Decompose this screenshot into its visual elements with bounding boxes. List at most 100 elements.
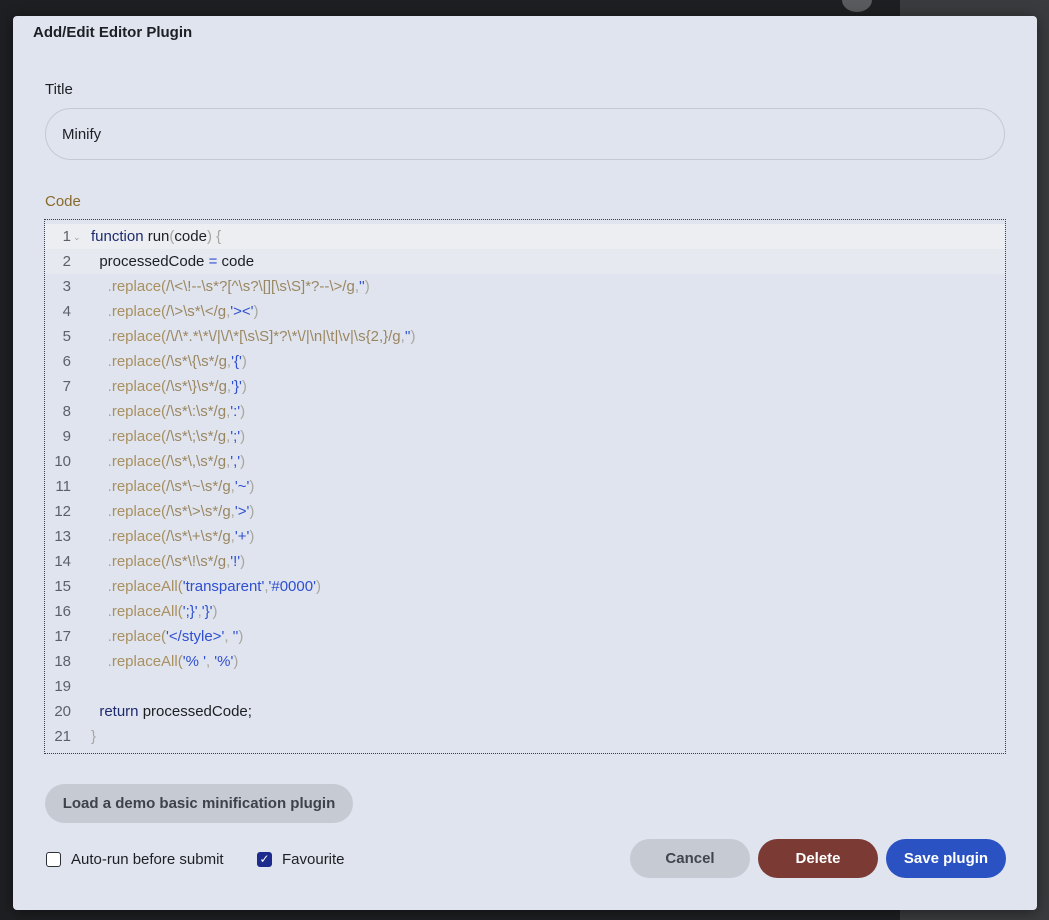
code-token: replace( — [111, 378, 167, 395]
code-line: 16 .replaceAll(';}','}') — [45, 599, 1005, 624]
code-line: 6 .replace(/\s*\{\s*/g,'{') — [45, 349, 1005, 374]
line-number: 8 — [62, 403, 71, 420]
code-token: processedCode — [91, 253, 209, 270]
code-token: , — [224, 628, 233, 645]
cancel-button[interactable]: Cancel — [630, 839, 750, 878]
line-number: 20 — [54, 703, 71, 720]
code-token: replace( — [111, 303, 167, 320]
code-token: ',' — [230, 453, 241, 470]
code-text: processedCode = code — [91, 249, 254, 274]
code-token: processedCode; — [142, 703, 252, 720]
code-token: '}' — [201, 603, 213, 620]
line-number: 13 — [54, 528, 71, 545]
code-text: .replace(/\>\s*\</g,'><') — [91, 299, 259, 324]
code-line: 14 .replace(/\s*\!\s*/g,'!') — [45, 549, 1005, 574]
code-token: ) — [249, 478, 255, 495]
code-line: 18 .replaceAll('% ', '%') — [45, 649, 1005, 674]
auto-run-option[interactable]: Auto-run before submit — [46, 849, 224, 869]
line-number: 9 — [62, 428, 71, 445]
code-token: run — [147, 228, 170, 245]
code-token: 'transparent' — [182, 578, 265, 595]
title-label: Title — [45, 81, 73, 98]
code-token: replace( — [111, 353, 167, 370]
code-line: 2 processedCode = code — [45, 249, 1005, 274]
line-number: 12 — [54, 503, 71, 520]
code-line: 3 .replace(/\<\!--\s*?[^\s?\[][\s\S]*?--… — [45, 274, 1005, 299]
code-token: '#0000' — [268, 578, 316, 595]
code-text: .replace(/\s*\,\s*/g,',') — [91, 449, 245, 474]
code-token: replace( — [111, 478, 167, 495]
code-token: /\s*\{\s*/g — [166, 353, 227, 370]
code-line: 4 .replace(/\>\s*\</g,'><') — [45, 299, 1005, 324]
favourite-checkbox[interactable]: ✓ — [257, 851, 272, 867]
code-token: replace( — [111, 428, 167, 445]
code-token: '%' — [214, 653, 234, 670]
line-number: 19 — [54, 678, 71, 695]
code-text: return processedCode; — [91, 699, 252, 724]
dialog-title: Add/Edit Editor Plugin — [33, 24, 193, 41]
code-text: } — [91, 724, 96, 749]
code-line: 9 .replace(/\s*\;\s*/g,';') — [45, 424, 1005, 449]
code-token: code — [174, 228, 207, 245]
code-token: ) — [249, 503, 255, 520]
code-token: '>' — [234, 503, 250, 520]
code-token: ';}' — [182, 603, 198, 620]
code-editor[interactable]: 1 ⌄ function run(code) {2 processedCode = … — [44, 219, 1006, 754]
delete-button[interactable]: Delete — [758, 839, 878, 878]
line-number: 3 — [62, 278, 71, 295]
code-token: ) — [241, 353, 247, 370]
code-text: .replace('</style>', '') — [91, 624, 244, 649]
code-token: replaceAll( — [111, 653, 183, 670]
code-text: .replace(/\s*\!\s*/g,'!') — [91, 549, 245, 574]
code-token: /\s*\!\s*/g — [166, 553, 227, 570]
code-token: '+' — [234, 528, 250, 545]
code-token: ) — [240, 453, 246, 470]
code-text: .replace(/\s*\}\s*/g,'}') — [91, 374, 247, 399]
code-token: replace( — [111, 403, 167, 420]
code-token: /\s*\}\s*/g — [166, 378, 227, 395]
code-token: '{' — [231, 353, 242, 370]
code-token: ) — [240, 553, 246, 570]
code-token: ) { — [206, 228, 222, 245]
code-text: .replaceAll(';}','}') — [91, 599, 218, 624]
code-token: replace( — [111, 328, 167, 345]
save-plugin-button[interactable]: Save plugin — [886, 839, 1006, 878]
code-token: } — [91, 728, 97, 745]
code-token: /\s*\;\s*/g — [166, 428, 227, 445]
code-token: ) — [212, 603, 218, 620]
code-token: code — [217, 253, 255, 270]
favourite-option[interactable]: ✓ Favourite — [257, 849, 345, 869]
code-token: /\/\*.*\*\/|\/\*[\s\S]*?\*\/|\n|\t|\v|\s… — [166, 328, 401, 345]
line-number: 7 — [62, 378, 71, 395]
plugin-dialog: Add/Edit Editor Plugin Title Code 1⌄ func… — [13, 16, 1037, 910]
code-token: /\s*\,\s*/g — [166, 453, 227, 470]
code-token: /\s*\~\s*/g — [166, 478, 231, 495]
auto-run-checkbox[interactable] — [46, 851, 61, 867]
code-text: .replace(/\<\!--\s*?[^\s?\[][\s\S]*?--\>… — [91, 274, 370, 299]
load-demo-button[interactable]: Load a demo basic minification plugin — [45, 784, 353, 823]
line-number: 16 — [54, 603, 71, 620]
line-number: 4 — [62, 303, 71, 320]
line-number: 5 — [62, 328, 71, 345]
code-text: .replace(/\/\*.*\*\/|\/\*[\s\S]*?\*\/|\n… — [91, 324, 416, 349]
code-token: function — [91, 228, 148, 245]
code-token: replace( — [111, 453, 167, 470]
title-input[interactable] — [45, 108, 1005, 160]
code-token: ) — [315, 578, 321, 595]
code-token: '}' — [231, 378, 242, 395]
line-number: 14 — [54, 553, 71, 570]
chevron-down-icon[interactable]: ⌄ — [73, 225, 81, 250]
code-line: 8 .replace(/\s*\:\s*/g,':') — [45, 399, 1005, 424]
code-text: .replace(/\s*\{\s*/g,'{') — [91, 349, 247, 374]
